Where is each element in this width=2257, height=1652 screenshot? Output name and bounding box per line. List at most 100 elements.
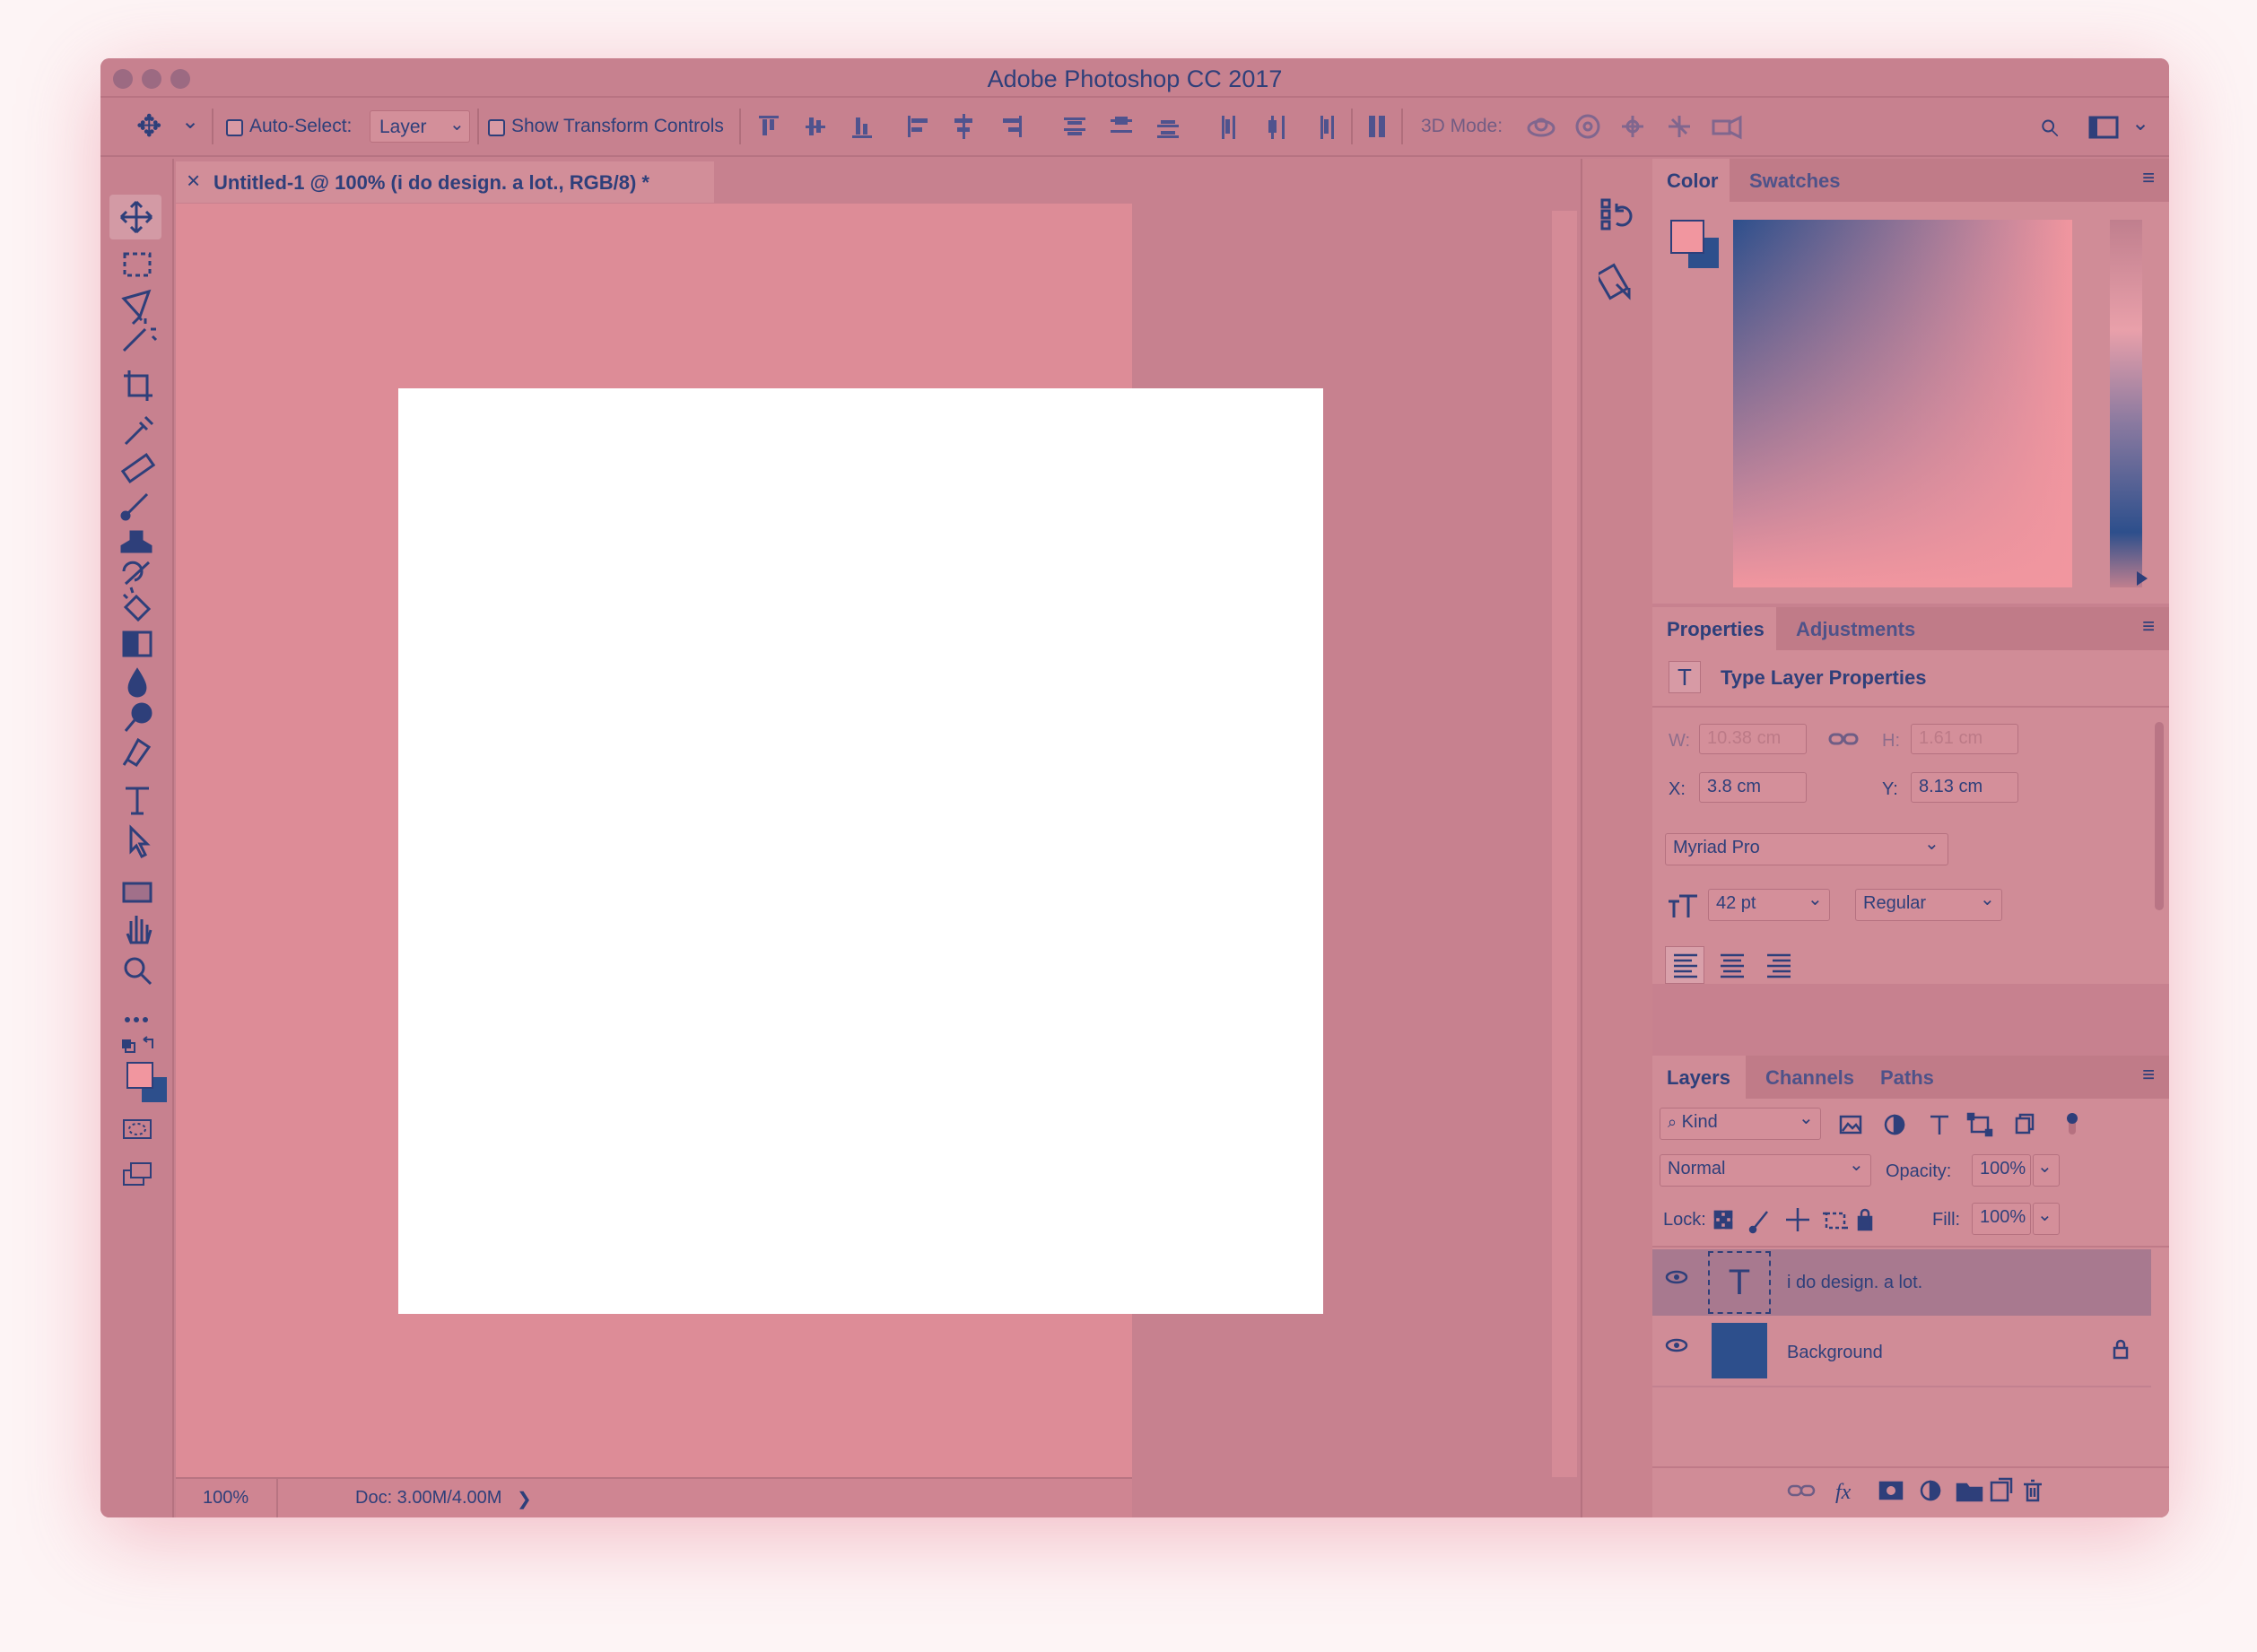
- workspace-switcher-icon[interactable]: [2088, 114, 2119, 141]
- document-title: Untitled-1 @ 100% (i do design. a lot., …: [214, 171, 649, 194]
- tab-layers[interactable]: Layers: [1667, 1066, 1730, 1090]
- quick-mask-icon: [123, 1119, 152, 1139]
- layer-row[interactable]: T i do design. a lot.: [1652, 1249, 2151, 1316]
- chevron-down-icon: ⌄: [2037, 1157, 2052, 1177]
- document-canvas[interactable]: [398, 388, 1323, 1314]
- width-label: W:: [1669, 731, 1691, 751]
- rectangle-tool-icon: [122, 882, 152, 903]
- layer-name[interactable]: Background: [1787, 1343, 1883, 1363]
- workspace-chevron-icon[interactable]: ⌄: [2131, 110, 2149, 136]
- move-tool-preset-icon[interactable]: ✥: [136, 109, 162, 144]
- delete-layer-icon: [2024, 1479, 2042, 1502]
- tool-preset-chevron-icon[interactable]: ⌄: [181, 109, 199, 135]
- distribute-bottom-icon: [1157, 120, 1179, 138]
- path-selection-tool-icon: [129, 824, 151, 859]
- swap-colors-icon: [143, 1036, 153, 1048]
- auto-select-dropdown[interactable]: Layer ⌄: [370, 110, 470, 143]
- layer-row[interactable]: Background: [1652, 1317, 2151, 1384]
- layer-style-fx-icon: fx: [1835, 1481, 1852, 1504]
- zoom-level[interactable]: 100%: [203, 1488, 248, 1509]
- options-bar: ✥ ⌄ Auto-Select: Layer ⌄ Show Transform …: [100, 98, 2169, 157]
- font-size-select[interactable]: 42 pt ⌄: [1708, 889, 1830, 921]
- spectrum-slider-handle[interactable]: [2137, 571, 2148, 586]
- distribute-right-icon: [1320, 116, 1334, 139]
- right-panels: Color Swatches ≡ Properties Adjustments …: [1652, 159, 2169, 1517]
- foreground-color-swatch[interactable]: [1670, 220, 1704, 254]
- layers-panel-menu-icon[interactable]: ≡: [2142, 1063, 2155, 1088]
- tab-channels[interactable]: Channels: [1765, 1066, 1854, 1090]
- clone-stamp-tool-icon: [120, 530, 152, 553]
- properties-scrollbar[interactable]: [2155, 722, 2164, 910]
- y-label: Y:: [1882, 779, 1898, 799]
- font-style-select[interactable]: Regular ⌄: [1855, 889, 2002, 921]
- layers-panel-body: ⌕ Kind ⌄ Normal ⌄ Opacity: 100% ⌄ Lock: …: [1652, 1099, 2169, 1517]
- properties-panel-menu-icon[interactable]: ≡: [2142, 614, 2155, 639]
- font-size-icon: [1669, 894, 1697, 917]
- new-layer-icon: [1990, 1477, 2013, 1502]
- lock-transparent-pixels-icon: [1713, 1210, 1733, 1230]
- visibility-eye-icon[interactable]: [1665, 1335, 1688, 1361]
- separator: [739, 109, 741, 144]
- orbit-3d-icon: [1527, 117, 1556, 137]
- align-distribute-icons: [759, 114, 1334, 139]
- height-field: 1.61 cm: [1911, 724, 2018, 754]
- chevron-down-icon: ⌄: [2037, 1205, 2052, 1225]
- blend-mode-select[interactable]: Normal ⌄: [1660, 1154, 1871, 1187]
- opacity-dropdown[interactable]: ⌄: [2033, 1154, 2060, 1187]
- window-title: Adobe Photoshop CC 2017: [987, 65, 1283, 92]
- show-transform-checkbox[interactable]: [488, 119, 505, 136]
- tab-properties[interactable]: Properties: [1667, 618, 1765, 641]
- auto-select-value: Layer: [379, 117, 427, 137]
- visibility-eye-icon[interactable]: [1665, 1267, 1688, 1292]
- color-picker-field[interactable]: [1733, 220, 2072, 587]
- auto-select-checkbox[interactable]: [226, 119, 243, 136]
- filter-type-icon: [1930, 1115, 1948, 1135]
- link-dimensions-icon[interactable]: [1828, 729, 1860, 749]
- x-position-field[interactable]: 3.8 cm: [1699, 772, 1807, 803]
- status-menu-arrow-icon[interactable]: ❯: [517, 1488, 532, 1510]
- height-label: H:: [1882, 731, 1900, 751]
- align-hcenter-icon: [954, 114, 972, 139]
- distribute-vcenter-icon: [1111, 117, 1132, 133]
- link-layers-icon: [1787, 1484, 1816, 1497]
- distribute-left-icon: [1222, 116, 1235, 139]
- tab-adjustments[interactable]: Adjustments: [1796, 618, 1915, 641]
- y-position-field[interactable]: 8.13 cm: [1911, 772, 2018, 803]
- slide-3d-icon: [1669, 116, 1690, 137]
- font-family-select[interactable]: Myriad Pro ⌄: [1665, 833, 1948, 865]
- new-fill-adjustment-layer-icon: [1920, 1480, 1941, 1501]
- close-document-icon[interactable]: ×: [187, 167, 200, 195]
- status-bar: 100% Doc: 3.00M/4.00M ❯: [176, 1477, 1132, 1517]
- fill-dropdown[interactable]: ⌄: [2033, 1203, 2060, 1235]
- document-tab[interactable]: × Untitled-1 @ 100% (i do design. a lot.…: [176, 161, 714, 203]
- svg-text:fx: fx: [1835, 1481, 1852, 1504]
- separator: [212, 109, 214, 144]
- eraser-tool-icon: [122, 587, 152, 622]
- properties-panel-header: Properties Adjustments ≡: [1652, 607, 2169, 650]
- fill-field[interactable]: 100%: [1972, 1203, 2031, 1235]
- more-tools-icon: [125, 1017, 148, 1022]
- tools-panel: [100, 159, 174, 1517]
- font-style-value: Regular: [1863, 893, 1927, 913]
- color-panel-menu-icon[interactable]: ≡: [2142, 166, 2155, 191]
- pen-tool-icon: [122, 737, 152, 768]
- chevron-down-icon: ⌄: [1808, 890, 1823, 909]
- tool-icons: [119, 200, 167, 1186]
- font-size-value: 42 pt: [1716, 893, 1756, 913]
- layer-name[interactable]: i do design. a lot.: [1787, 1273, 1922, 1293]
- color-spectrum-slider[interactable]: [2110, 220, 2142, 587]
- canvas-vertical-scrollbar[interactable]: [1552, 211, 1577, 1477]
- auto-align-icon[interactable]: [1365, 109, 1390, 144]
- gradient-tool-icon: [122, 630, 152, 657]
- chevron-down-icon: ⌄: [1799, 1109, 1814, 1128]
- layers-panel-header: Layers Channels Paths ≡: [1652, 1056, 2169, 1099]
- chevron-down-icon: ⌄: [449, 115, 465, 135]
- align-right-icon: [1003, 116, 1022, 137]
- search-icon[interactable]: ⌕: [2038, 105, 2058, 145]
- tab-paths[interactable]: Paths: [1880, 1066, 1934, 1090]
- tab-color[interactable]: Color: [1667, 170, 1718, 193]
- opacity-field[interactable]: 100%: [1972, 1154, 2031, 1187]
- tab-swatches[interactable]: Swatches: [1749, 170, 1841, 193]
- layer-filter-select[interactable]: ⌕ Kind ⌄: [1660, 1108, 1821, 1140]
- 3d-mode-icons: [1527, 114, 1742, 140]
